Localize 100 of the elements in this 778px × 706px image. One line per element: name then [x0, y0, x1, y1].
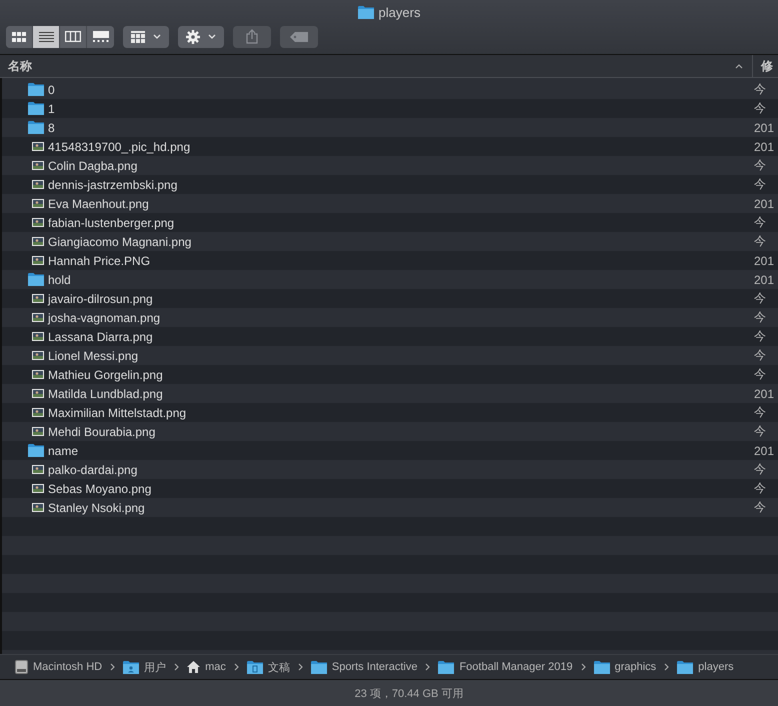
chevron-right-icon: [580, 663, 586, 671]
file-name: Lionel Messi.png: [48, 348, 140, 362]
file-row[interactable]: Hannah Price.PNG 201: [2, 251, 778, 270]
file-row[interactable]: name 201: [2, 441, 778, 460]
file-row[interactable]: Lionel Messi.png 今: [2, 346, 778, 365]
window-title: players: [378, 5, 420, 20]
image-file-icon: [32, 237, 44, 246]
folder-icon: [358, 6, 374, 19]
file-name: Stanley Nsoki.png: [48, 500, 146, 514]
file-row[interactable]: 0 今: [2, 80, 778, 99]
modified-date: 今: [754, 81, 767, 98]
file-row[interactable]: Lassana Diarra.png 今: [2, 327, 778, 346]
modified-date: 201: [754, 254, 776, 268]
chevron-right-icon: [174, 663, 180, 671]
modified-date: 201: [754, 386, 776, 400]
file-row[interactable]: 1 今: [2, 99, 778, 118]
file-row[interactable]: javairo-dilrosun.png 今: [2, 289, 778, 308]
file-row[interactable]: Matilda Lundblad.png 201: [2, 384, 778, 403]
modified-date: 今: [754, 328, 767, 345]
file-name: Mehdi Bourabia.png: [48, 424, 156, 438]
file-row[interactable]: dennis-jastrzembski.png 今: [2, 175, 778, 194]
image-file-icon: [32, 389, 44, 398]
modified-date: 今: [754, 233, 767, 250]
sort-chevron-icon: [735, 64, 743, 68]
file-row[interactable]: Maximilian Mittelstadt.png 今: [2, 403, 778, 422]
file-row[interactable]: hold 201: [2, 270, 778, 289]
path-item[interactable]: Football Manager 2019: [459, 661, 573, 673]
chevron-right-icon: [425, 663, 430, 671]
image-file-icon: [32, 503, 44, 512]
path-item[interactable]: 文稿: [268, 660, 290, 674]
modified-date: 今: [754, 290, 767, 307]
documents-folder-icon: [246, 660, 263, 674]
file-row[interactable]: Mehdi Bourabia.png 今: [2, 422, 778, 441]
file-row[interactable]: fabian-lustenberger.png 今: [2, 213, 778, 232]
chevron-right-icon: [298, 663, 303, 671]
column-header[interactable]: 名称: [0, 58, 735, 74]
path-item[interactable]: Sports Interactive: [332, 661, 418, 673]
path-item[interactable]: players: [698, 661, 734, 673]
file-row[interactable]: 8 201: [2, 118, 778, 137]
file-name: Lassana Diarra.png: [48, 330, 154, 344]
image-file-icon: [32, 256, 44, 265]
file-row[interactable]: 41548319700_.pic_hd.png 201: [2, 137, 778, 156]
folder-icon: [28, 121, 44, 134]
image-file-icon: [32, 427, 44, 436]
file-row[interactable]: Colin Dagba.png 今: [2, 156, 778, 175]
image-file-icon: [32, 218, 44, 227]
columns-icon: [65, 31, 81, 42]
file-row[interactable]: palko-dardai.png 今: [2, 460, 778, 479]
list-view-button[interactable]: [33, 26, 60, 48]
image-file-icon: [32, 484, 44, 493]
status-text: 23 项，70.44 GB 可用: [354, 686, 464, 700]
file-row[interactable]: josha-vagnoman.png 今: [2, 308, 778, 327]
image-file-icon: [32, 180, 44, 189]
group-by-button[interactable]: [123, 26, 169, 48]
modified-date: 今: [754, 404, 767, 421]
modified-date: 今: [754, 176, 767, 193]
folder-icon: [438, 660, 454, 674]
modified-date: 201: [754, 272, 776, 286]
image-file-icon: [32, 142, 44, 151]
tag-button[interactable]: [280, 26, 318, 48]
modified-date: 今: [754, 480, 767, 497]
image-file-icon: [32, 408, 44, 417]
path-item[interactable]: graphics: [614, 661, 656, 673]
file-name: Sebas Moyano.png: [48, 482, 152, 496]
image-file-icon: [32, 161, 44, 170]
settings-button[interactable]: [178, 26, 224, 48]
modified-date: 今: [754, 499, 767, 516]
modified-date: 今: [754, 347, 767, 364]
file-name: 41548319700_.pic_hd.png: [48, 140, 192, 154]
modified-date: 今: [754, 423, 767, 440]
modified-date: 201: [754, 120, 776, 134]
icon-view-button[interactable]: [6, 26, 33, 48]
file-name: Matilda Lundblad.png: [48, 386, 164, 400]
file-row[interactable]: Stanley Nsoki.png 今: [2, 498, 778, 517]
folder-icon: [310, 660, 327, 674]
path-item[interactable]: Macintosh HD: [33, 661, 102, 673]
folder-icon: [28, 102, 44, 115]
path-item[interactable]: 用户: [144, 660, 166, 674]
modified-date: 今: [754, 100, 767, 117]
chevron-right-icon: [110, 663, 116, 671]
modified-date: 今: [754, 461, 767, 478]
image-file-icon: [32, 294, 44, 303]
modified-date: 201: [754, 140, 776, 154]
folder-icon: [28, 83, 44, 96]
image-file-icon: [32, 313, 44, 322]
file-name: Maximilian Mittelstadt.png: [48, 406, 188, 420]
image-file-icon: [32, 351, 44, 360]
list-icon: [38, 32, 54, 42]
file-row[interactable]: Mathieu Gorgelin.png 今: [2, 365, 778, 384]
file-name: 0: [48, 82, 56, 96]
share-button[interactable]: [233, 26, 271, 48]
chevron-right-icon: [664, 663, 670, 671]
file-row[interactable]: Giangiacomo Magnani.png 今: [2, 232, 778, 251]
path-item[interactable]: mac: [205, 661, 226, 673]
file-row[interactable]: Eva Maenhout.png 201: [2, 194, 778, 213]
modified-date: 今: [754, 157, 767, 174]
file-row[interactable]: Sebas Moyano.png 今: [2, 479, 778, 498]
file-name: 1: [48, 102, 56, 116]
file-name: hold: [48, 272, 72, 286]
file-name: javairo-dilrosun.png: [48, 292, 154, 306]
